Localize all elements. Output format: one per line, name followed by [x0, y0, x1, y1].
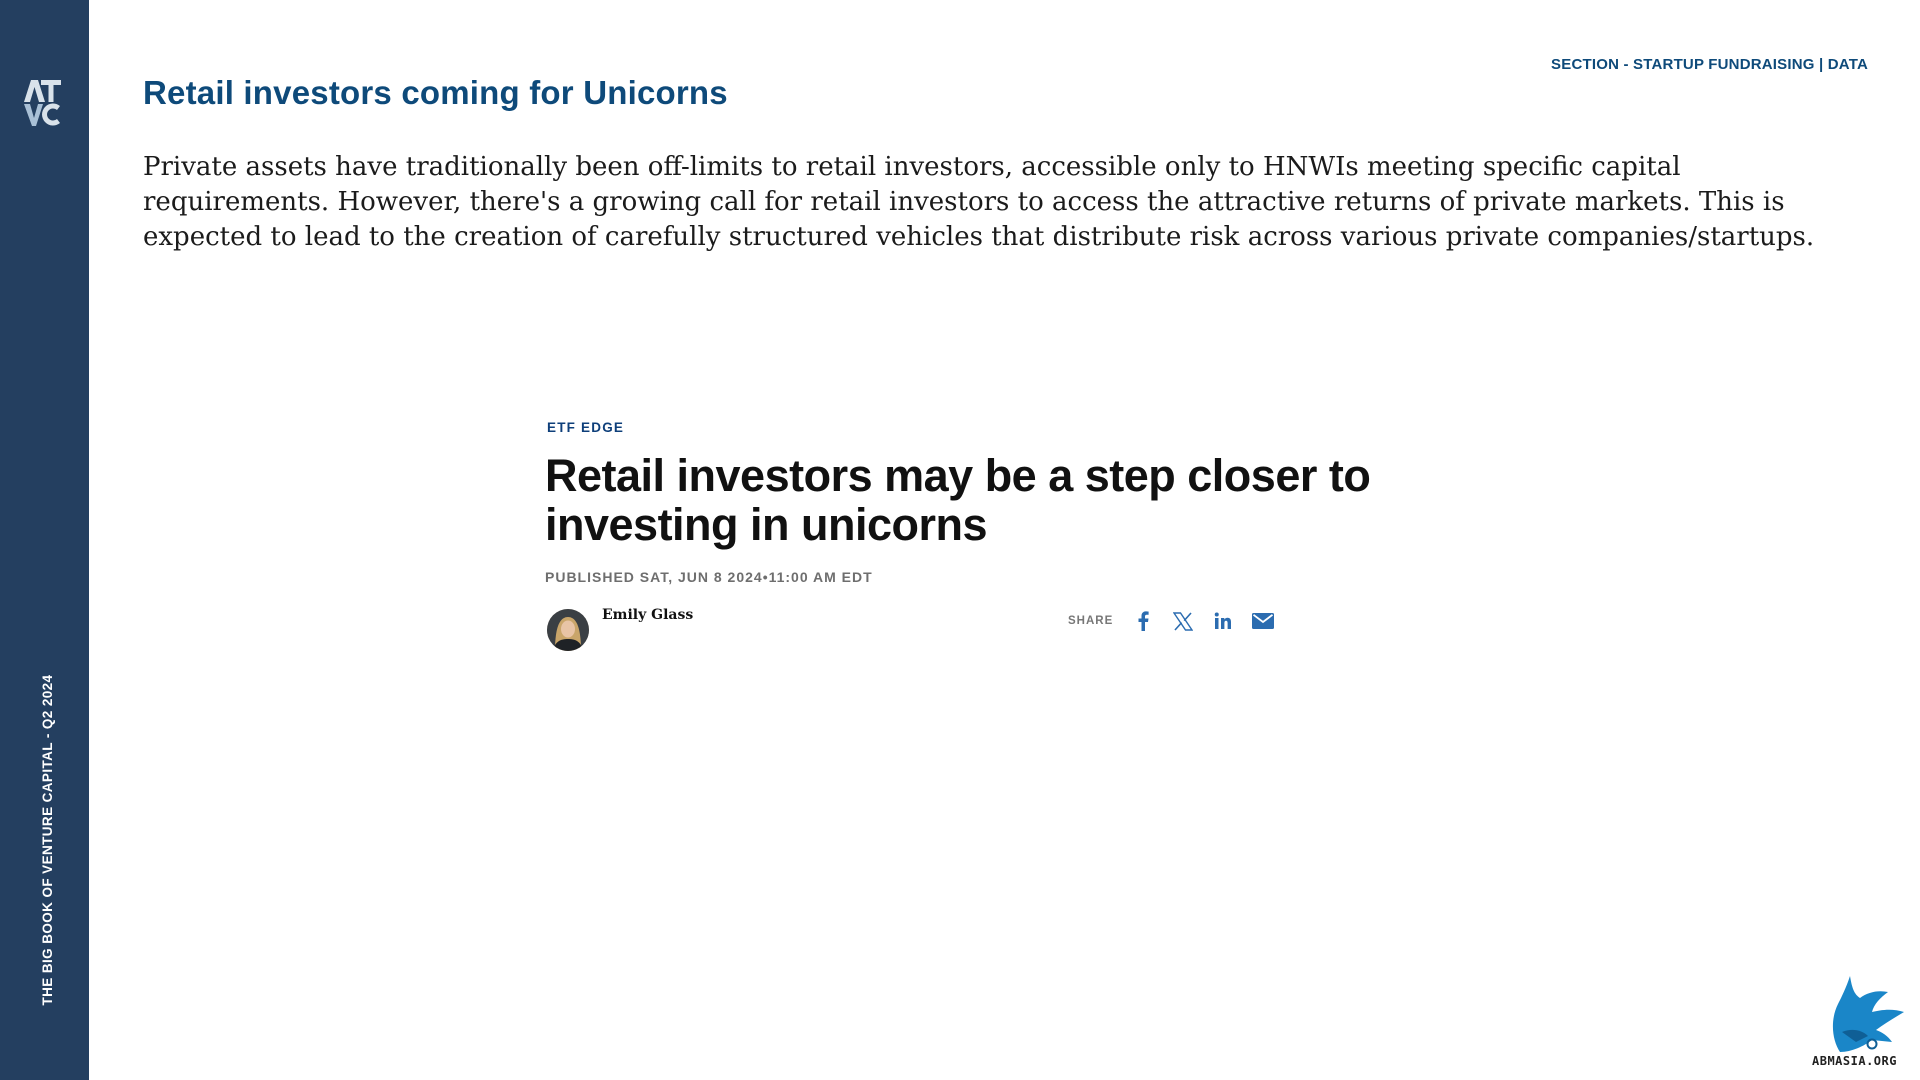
- page-title: Retail investors coming for Unicorns: [143, 74, 728, 111]
- linkedin-icon[interactable]: [1211, 609, 1235, 633]
- sidebar-vertical-title: THE BIG BOOK OF VENTURE CAPITAL - Q2 202…: [40, 674, 55, 1006]
- article-kicker[interactable]: ETF EDGE: [547, 420, 1395, 435]
- watermark-text: ABMASIA.ORG: [1812, 1054, 1897, 1068]
- atvc-logo: [24, 80, 61, 126]
- sidebar: THE BIG BOOK OF VENTURE CAPITAL - Q2 202…: [0, 0, 89, 1080]
- facebook-icon[interactable]: [1131, 609, 1155, 633]
- article-published: PUBLISHED SAT, JUN 8 2024•11:00 AM EDT: [545, 569, 873, 585]
- share-label: SHARE: [1068, 615, 1114, 627]
- eagle-icon: [1832, 976, 1904, 1052]
- share-bar: SHARE: [1068, 609, 1275, 633]
- author-row: Emily Glass SHARE: [545, 603, 1395, 653]
- email-icon[interactable]: [1251, 609, 1275, 633]
- x-icon[interactable]: [1171, 609, 1195, 633]
- article-screenshot: ETF EDGE Retail investors may be a step …: [545, 420, 1395, 653]
- abmasia-watermark: ABMASIA.ORG: [1812, 970, 1920, 1080]
- author-avatar[interactable]: [547, 609, 589, 651]
- article-headline: Retail investors may be a step closer to…: [545, 450, 1371, 550]
- author-name[interactable]: Emily Glass: [602, 607, 693, 623]
- section-label: SECTION - STARTUP FUNDRAISING | DATA: [1551, 56, 1868, 73]
- intro-paragraph: Private assets have traditionally been o…: [143, 152, 1815, 252]
